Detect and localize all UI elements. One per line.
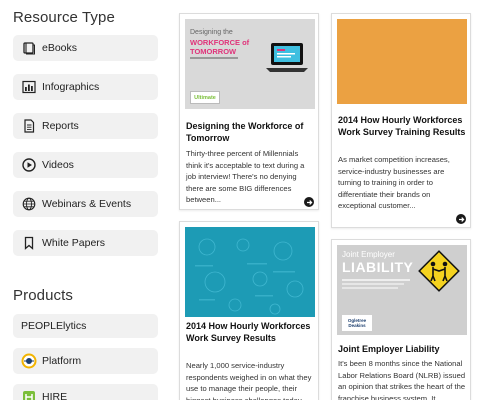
resource-sidebar: Resource Type eBooks Infographics Report… [0,0,168,400]
card-title[interactable]: 2014 How Hourly Workforces Work Survey R… [186,320,314,344]
thumb-line2: WORKFORCE of [190,38,250,47]
ogletree-logo: Ogletree Deakins [342,315,372,331]
resource-card[interactable]: Designing the WORKFORCE of TOMORROW Ulti… [179,13,319,210]
sidebar-item-label: HIRE [42,391,68,400]
sidebar-item-label: Videos [42,159,74,171]
sidebar-item-videos[interactable]: Videos [13,152,158,178]
platform-logo-icon [21,353,37,369]
sidebar-item-label: White Papers [42,237,106,249]
sidebar-item-white-papers[interactable]: White Papers [13,230,158,256]
thumb-rule [342,287,398,289]
card-thumbnail [185,227,315,317]
card-description: Thirty-three percent of Millennials thin… [186,149,305,204]
sidebar-item-label: Reports [42,120,79,132]
card-description: Nearly 1,000 service-industry respondent… [186,361,312,400]
thumb-rule [190,57,238,59]
card-thumbnail: Joint Employer LIABILITY Ogletree Deakin… [337,245,467,335]
infographic-pattern [195,238,304,315]
document-icon [21,118,37,134]
bar-chart-icon [21,79,37,95]
sidebar-item-label: eBooks [42,42,78,54]
thumb-rule [342,283,404,285]
hire-logo-icon [21,389,37,400]
resource-card[interactable]: 2014 How Hourly Workforces Work Survey R… [179,221,319,400]
sidebar-item-label: Platform [42,355,82,367]
ebook-icon [21,40,37,56]
thumb-line1: Joint Employer [342,250,395,259]
card-thumbnail: Designing the WORKFORCE of TOMORROW Ulti… [185,19,315,109]
thumb-line1: Designing the [190,29,233,36]
warning-sign-icon [417,249,461,298]
resource-card[interactable]: 2014 How Hourly Workforces Work Survey T… [331,13,471,228]
resource-type-heading: Resource Type [13,9,115,26]
arrow-right-icon[interactable] [456,214,466,224]
thumb-rule [342,279,410,281]
card-description: As market competition increases, service… [338,155,450,210]
sidebar-item-webinars-events[interactable]: Webinars & Events [13,191,158,217]
resource-card[interactable]: Joint Employer LIABILITY Ogletree Deakin… [331,239,471,400]
thumb-line3: TOMORROW [190,47,237,56]
card-title[interactable]: Joint Employer Liability [338,343,466,355]
sidebar-item-peoplelytics[interactable]: PEOPLElytics [13,314,158,338]
sidebar-item-label: PEOPLElytics [21,320,87,332]
card-description: It's been 8 months since the National La… [338,359,466,400]
sidebar-item-hire[interactable]: HIRE [13,384,158,400]
products-heading: Products [13,287,73,304]
card-thumbnail [337,19,467,104]
bookmark-icon [21,235,37,251]
ultimate-logo: Ultimate [190,91,220,104]
thumb-line2: LIABILITY [342,259,414,275]
sidebar-item-ebooks[interactable]: eBooks [13,35,158,61]
card-title[interactable]: Designing the Workforce of Tomorrow [186,120,314,144]
laptop-icon [265,41,309,80]
sidebar-item-platform[interactable]: Platform [13,348,158,374]
sidebar-item-label: Infographics [42,81,100,93]
arrow-right-icon[interactable] [304,197,314,207]
sidebar-item-label: Webinars & Events [42,198,132,210]
globe-icon [21,196,37,212]
sidebar-item-infographics[interactable]: Infographics [13,74,158,100]
card-title[interactable]: 2014 How Hourly Workforces Work Survey T… [338,114,466,138]
play-icon [21,157,37,173]
sidebar-item-reports[interactable]: Reports [13,113,158,139]
